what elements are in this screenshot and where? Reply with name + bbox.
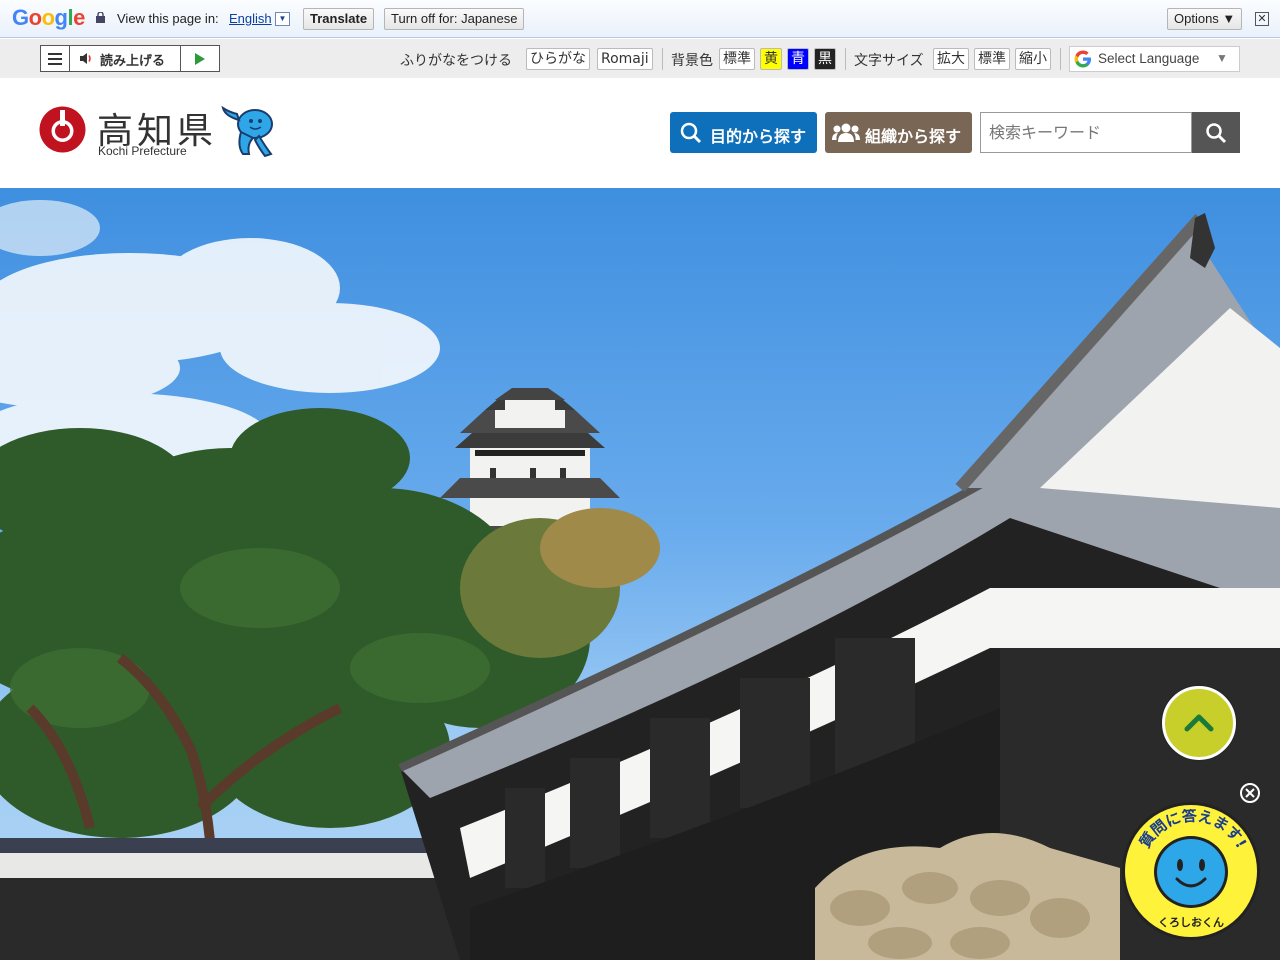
chatbot-face-icon: [1154, 836, 1228, 908]
site-header: 高知県 Kochi Prefecture 目的から探す 組織から探す: [0, 78, 1280, 188]
language-dropdown-caret[interactable]: ▼: [275, 12, 290, 26]
read-aloud-widget: 読み上げる: [40, 45, 220, 72]
close-translate-bar-button[interactable]: ✕: [1255, 12, 1269, 26]
divider: [662, 48, 663, 70]
play-icon: [195, 53, 205, 65]
page-top-button[interactable]: [1162, 686, 1236, 760]
chevron-up-icon: [1184, 714, 1214, 732]
chatbot-button[interactable]: 質問に答えます! くろしおくん: [1122, 802, 1260, 940]
view-page-text: View this page in:: [117, 11, 219, 26]
close-icon: [1245, 788, 1255, 798]
chevron-down-icon: ▼: [1216, 51, 1228, 65]
furigana-label: ふりがなをつける: [400, 53, 512, 69]
font-size-label: 文字サイズ: [854, 53, 924, 69]
play-button[interactable]: [180, 46, 220, 71]
select-language-dropdown[interactable]: Select Language ▼: [1069, 46, 1240, 72]
divider: [1060, 48, 1061, 70]
speaker-icon: [80, 53, 91, 64]
font-enlarge-button[interactable]: 拡大: [933, 48, 969, 70]
search-by-purpose-button[interactable]: 目的から探す: [670, 112, 817, 153]
prefecture-emblem-icon[interactable]: [39, 106, 86, 153]
lock-icon: [96, 12, 105, 23]
font-standard-button[interactable]: 標準: [974, 48, 1010, 70]
bg-yellow-button[interactable]: 黄: [760, 48, 782, 70]
translate-button[interactable]: Translate: [303, 8, 375, 30]
people-icon: [832, 123, 860, 142]
options-button[interactable]: Options ▼: [1167, 8, 1243, 30]
hamburger-icon[interactable]: [41, 46, 70, 71]
hiragana-button[interactable]: ひらがな: [526, 48, 590, 70]
divider: [845, 48, 846, 70]
search-icon: [680, 122, 702, 144]
search-by-organization-button[interactable]: 組織から探す: [825, 112, 972, 153]
bg-standard-button[interactable]: 標準: [719, 48, 755, 70]
hero-image: [0, 188, 1280, 960]
romaji-button[interactable]: Romaji: [597, 48, 653, 70]
read-aloud-button[interactable]: 読み上げる: [100, 50, 165, 69]
bg-black-button[interactable]: 黒: [814, 48, 836, 70]
search-icon: [1206, 123, 1227, 144]
logo-subtitle: Kochi Prefecture: [98, 144, 187, 158]
google-translate-bar: Google View this page in: English ▼ Tran…: [0, 0, 1280, 38]
mascot-icon: [221, 106, 273, 158]
bg-color-label: 背景色: [671, 53, 713, 69]
google-g-icon: [1074, 50, 1091, 68]
castle-photo: [0, 200, 1280, 960]
font-shrink-button[interactable]: 縮小: [1015, 48, 1051, 70]
chatbot-close-button[interactable]: [1240, 783, 1260, 803]
turn-off-button[interactable]: Turn off for: Japanese: [384, 8, 525, 30]
bg-blue-button[interactable]: 青: [787, 48, 809, 70]
chatbot-name: くろしおくん: [1158, 916, 1224, 929]
accessibility-toolbar: 読み上げる ふりがなをつける ひらがな Romaji 背景色 標準 黄 青 黒 …: [0, 39, 1280, 78]
search-by-organization-label: 組織から探す: [865, 127, 962, 146]
search-input[interactable]: [980, 112, 1192, 153]
search-submit-button[interactable]: [1192, 112, 1240, 153]
search-by-purpose-label: 目的から探す: [710, 127, 807, 146]
select-language-label: Select Language: [1098, 51, 1200, 66]
language-link[interactable]: English: [229, 11, 272, 26]
google-logo: Google: [12, 5, 85, 30]
